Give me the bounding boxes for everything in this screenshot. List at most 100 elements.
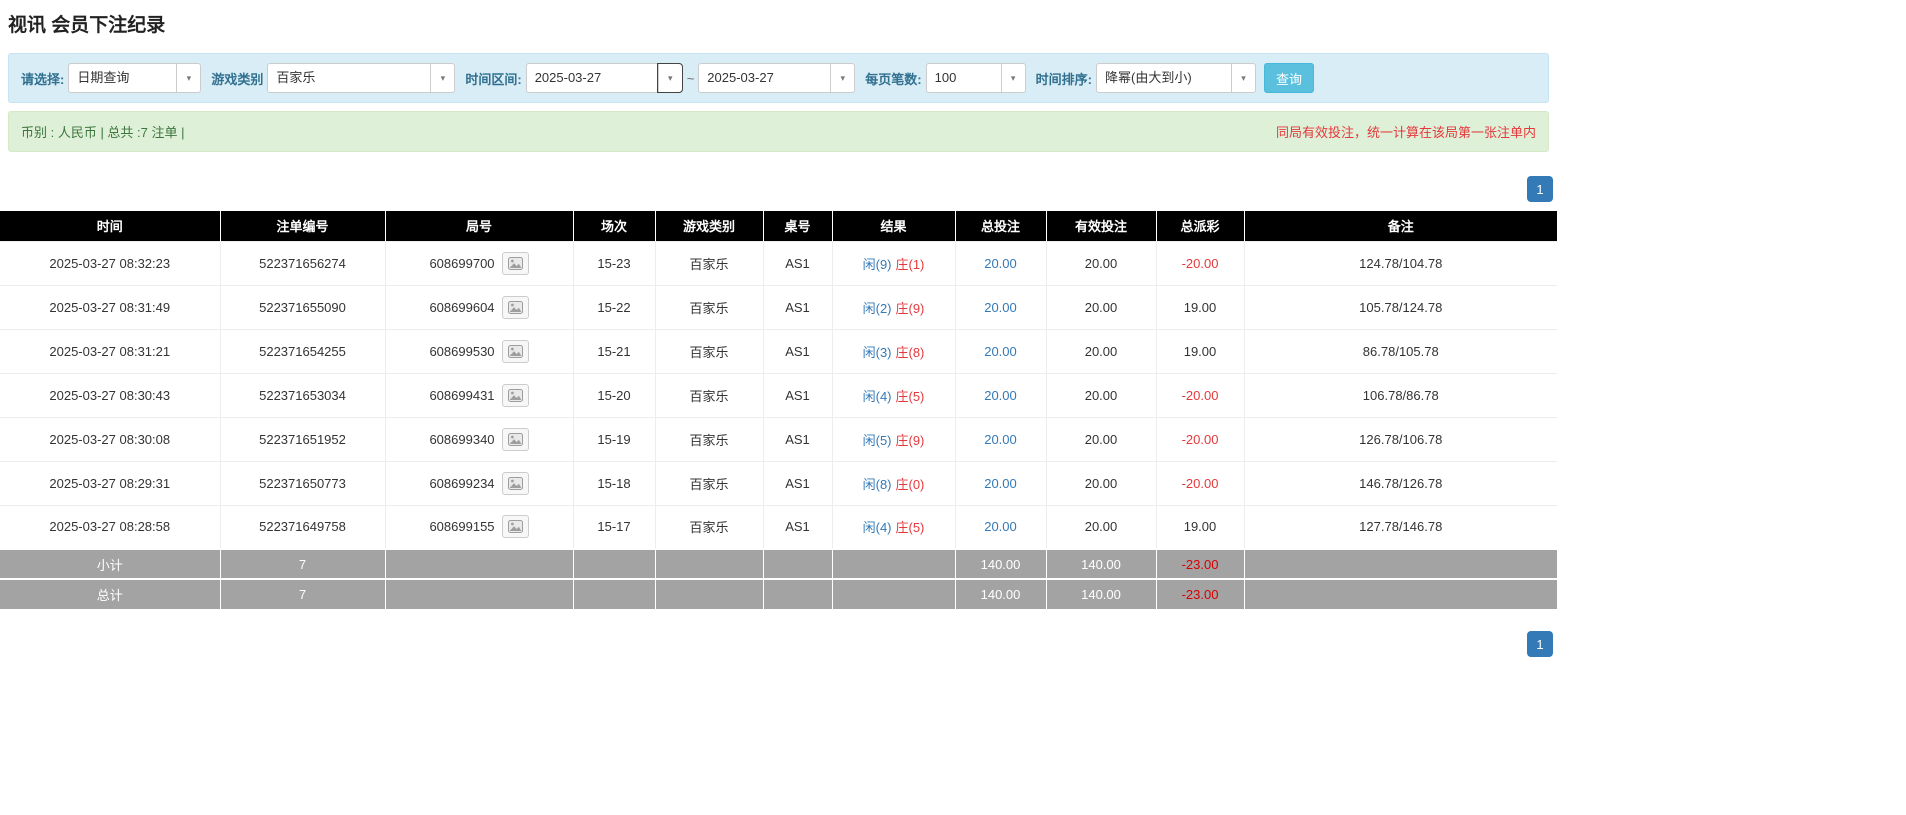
view-round-cards-icon[interactable] bbox=[501, 251, 529, 275]
date-to-select[interactable]: 2025-03-27 ▾ bbox=[698, 63, 856, 93]
view-round-cards-icon[interactable] bbox=[501, 471, 529, 495]
notice-text: 同局有效投注，统一计算在该局第一张注单内 bbox=[1275, 125, 1536, 140]
cell-time: 2025-03-27 08:31:49 bbox=[0, 284, 221, 330]
column-header-8: 总投注 bbox=[955, 211, 1047, 241]
view-round-cards-icon[interactable] bbox=[501, 339, 529, 363]
table-row: 2025-03-27 08:29:31 522371650773 608699234… bbox=[0, 460, 1557, 506]
cell-payout: -20.00 bbox=[1155, 240, 1245, 286]
round-id-text: 608699431 bbox=[429, 387, 495, 403]
payout-value: -20.00 bbox=[1181, 387, 1219, 403]
chevron-down-icon[interactable]: ▾ bbox=[656, 63, 683, 93]
date-from-select[interactable]: 2025-03-27 ▾ bbox=[525, 63, 683, 93]
column-header-2: 注单编号 bbox=[220, 211, 386, 241]
cell-table-no: AS1 bbox=[762, 284, 833, 330]
result-banker: 庄(8) bbox=[895, 344, 925, 360]
column-header-4: 场次 bbox=[573, 211, 656, 241]
page-size-select[interactable]: 100 ▾ bbox=[925, 63, 1026, 93]
total-row-remark bbox=[1244, 578, 1557, 609]
total-bet-link[interactable]: 20.00 bbox=[984, 344, 1017, 359]
page-size-label: 每页笔数: bbox=[865, 71, 922, 87]
cell-remark: 124.78/104.78 bbox=[1243, 240, 1557, 286]
time-sort-select[interactable]: 降幂(由大到小) ▾ bbox=[1095, 63, 1256, 93]
bet-records-table: 时间 注单编号 局号 场次 游戏类别 桌号 结果 总投注 有效投注 总派彩 备注 2025-03-2… bbox=[0, 211, 1557, 609]
round-id-group: 608699604 bbox=[429, 295, 529, 319]
table-row: 2025-03-27 08:32:23 522371656274 608699700… bbox=[0, 240, 1557, 286]
pagination-page-1[interactable]: 1 bbox=[1527, 176, 1553, 202]
cell-game-type: 百家乐 bbox=[654, 416, 764, 462]
chevron-down-icon[interactable]: ▾ bbox=[176, 64, 201, 92]
query-type-label: 请选择: bbox=[21, 71, 65, 87]
payout-value: 19.00 bbox=[1183, 519, 1217, 535]
cell-bet-id: 522371655090 bbox=[219, 284, 386, 330]
cell-session: 15-20 bbox=[572, 372, 656, 418]
cell-session: 15-22 bbox=[572, 284, 656, 330]
chevron-down-icon[interactable]: ▾ bbox=[830, 64, 855, 92]
game-type-label: 游戏类别 bbox=[211, 71, 264, 87]
cell-round-id: 608699431 bbox=[384, 372, 574, 418]
query-type-select[interactable]: 日期查询 ▾ bbox=[68, 63, 202, 93]
cell-round-id: 608699530 bbox=[384, 328, 574, 374]
cell-time: 2025-03-27 08:28:58 bbox=[0, 504, 221, 550]
total-row-total-bet: 140.00 bbox=[955, 578, 1047, 609]
cell-total-bet: 20.00 bbox=[954, 504, 1047, 550]
table-header-row: 时间 注单编号 局号 场次 游戏类别 桌号 结果 总投注 有效投注 总派彩 备注 bbox=[0, 211, 1557, 241]
cell-valid-bet: 20.00 bbox=[1045, 240, 1157, 286]
total-row-session bbox=[573, 578, 656, 609]
cell-remark: 126.78/106.78 bbox=[1243, 416, 1557, 462]
cell-payout: 19.00 bbox=[1155, 284, 1245, 330]
view-round-cards-icon[interactable] bbox=[501, 383, 529, 407]
total-bet-link[interactable]: 20.00 bbox=[984, 432, 1017, 447]
game-type-select[interactable]: 百家乐 ▾ bbox=[267, 63, 456, 93]
payout-value: -20.00 bbox=[1181, 475, 1219, 491]
cell-valid-bet: 20.00 bbox=[1045, 328, 1157, 374]
cell-result: 闲(2) 庄(9) bbox=[831, 284, 956, 330]
total-row-game bbox=[655, 578, 764, 609]
total-bet-link[interactable]: 20.00 bbox=[984, 388, 1017, 403]
date-separator: ~ bbox=[686, 70, 695, 86]
subtotal-row-result bbox=[832, 548, 956, 579]
total-row-round bbox=[385, 578, 574, 609]
column-header-7: 结果 bbox=[832, 211, 956, 241]
result-banker: 庄(9) bbox=[895, 432, 925, 448]
cell-result: 闲(9) 庄(1) bbox=[831, 240, 956, 286]
payout-value: 19.00 bbox=[1183, 343, 1217, 359]
round-id-group: 608699530 bbox=[429, 339, 529, 363]
round-id-group: 608699700 bbox=[429, 251, 529, 275]
total-bet-link[interactable]: 20.00 bbox=[984, 300, 1017, 315]
cell-game-type: 百家乐 bbox=[654, 460, 764, 506]
cell-valid-bet: 20.00 bbox=[1045, 416, 1157, 462]
chevron-down-icon[interactable]: ▾ bbox=[1000, 64, 1025, 92]
chevron-down-icon[interactable]: ▾ bbox=[1230, 64, 1255, 92]
view-round-cards-icon[interactable] bbox=[501, 427, 529, 451]
total-bet-link[interactable]: 20.00 bbox=[984, 256, 1017, 271]
cell-round-id: 608699234 bbox=[384, 460, 574, 506]
cell-result: 闲(4) 庄(5) bbox=[831, 504, 956, 550]
cell-result: 闲(3) 庄(8) bbox=[831, 328, 956, 374]
pagination-top: 1 bbox=[8, 176, 1553, 202]
result-banker: 庄(5) bbox=[895, 388, 925, 404]
cell-total-bet: 20.00 bbox=[954, 328, 1047, 374]
filter-bar: 请选择: 日期查询 ▾ 游戏类别 百家乐 ▾ 时间区间: 2025-03-27 … bbox=[8, 53, 1549, 103]
cell-table-no: AS1 bbox=[762, 372, 833, 418]
result-player: 闲(4) bbox=[862, 388, 892, 404]
round-id-group: 608699155 bbox=[429, 515, 529, 539]
total-bet-link[interactable]: 20.00 bbox=[984, 476, 1017, 491]
result-banker: 庄(1) bbox=[895, 256, 925, 272]
search-button[interactable]: 查询 bbox=[1263, 63, 1314, 93]
round-id-group: 608699234 bbox=[429, 471, 529, 495]
chevron-down-icon[interactable]: ▾ bbox=[430, 64, 455, 92]
total-bet-link[interactable]: 20.00 bbox=[984, 519, 1017, 534]
column-header-3: 局号 bbox=[385, 211, 574, 241]
round-id-group: 608699340 bbox=[429, 427, 529, 451]
cell-payout: -20.00 bbox=[1155, 460, 1245, 506]
cell-remark: 86.78/105.78 bbox=[1243, 328, 1557, 374]
cell-bet-id: 522371656274 bbox=[219, 240, 386, 286]
pagination-page-1[interactable]: 1 bbox=[1527, 631, 1553, 657]
cell-bet-id: 522371651952 bbox=[219, 416, 386, 462]
cell-game-type: 百家乐 bbox=[654, 284, 764, 330]
round-id-text: 608699340 bbox=[429, 431, 495, 447]
view-round-cards-icon[interactable] bbox=[501, 295, 529, 319]
cell-session: 15-18 bbox=[572, 460, 656, 506]
view-round-cards-icon[interactable] bbox=[501, 515, 529, 539]
total-row-payout: -23.00 bbox=[1156, 578, 1245, 609]
